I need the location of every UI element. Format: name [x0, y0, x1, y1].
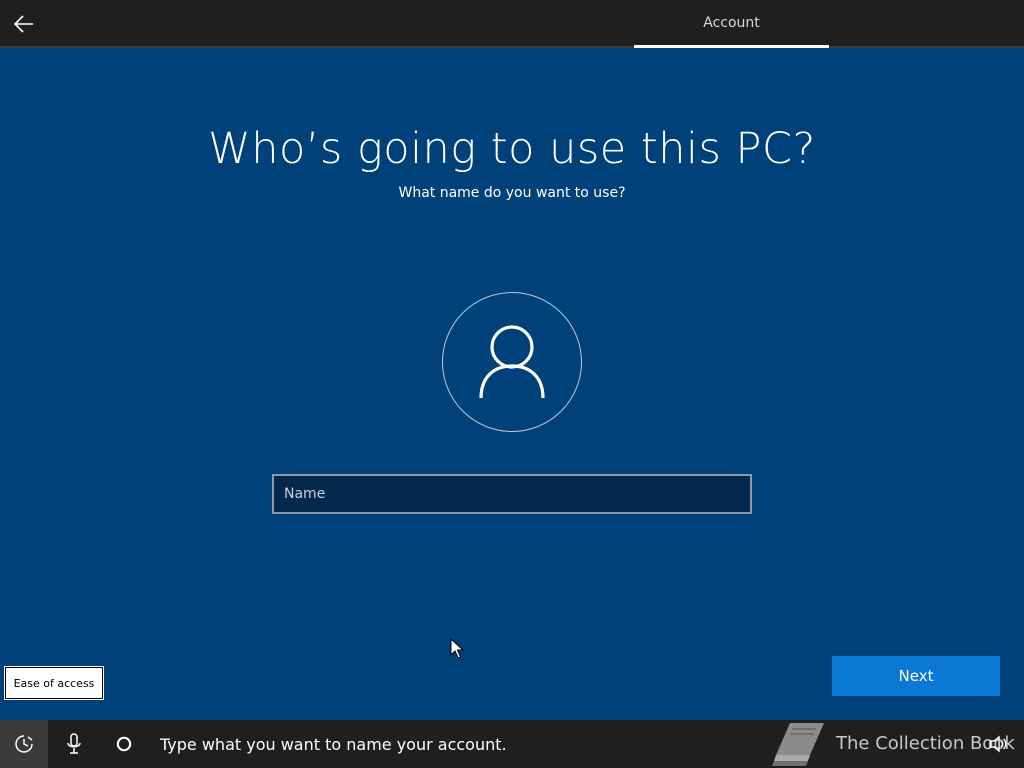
book-icon — [772, 723, 824, 766]
microphone-button[interactable] — [50, 720, 98, 768]
page-title: Who’s going to use this PC? — [208, 124, 816, 174]
avatar — [442, 292, 582, 432]
arrow-left-icon — [14, 15, 33, 33]
ease-of-access-label: Ease of access — [13, 676, 95, 690]
watermark-logo — [772, 720, 828, 768]
ease-of-access-button[interactable]: Ease of access — [4, 666, 104, 700]
cortana-circle-icon — [116, 736, 132, 752]
tab-selected-indicator — [634, 45, 829, 48]
ease-of-access-icon — [15, 735, 33, 753]
tab-account[interactable]: Account — [634, 0, 829, 46]
bottom-bar: Type what you want to name your account.… — [0, 720, 1024, 768]
page-subtitle: What name do you want to use? — [398, 185, 626, 201]
volume-button[interactable] — [974, 720, 1022, 768]
next-button[interactable]: Next — [832, 656, 1000, 696]
back-button[interactable] — [8, 8, 40, 40]
name-input[interactable] — [272, 474, 752, 514]
mouse-cursor-icon — [450, 637, 465, 660]
ease-of-access-toggle[interactable] — [0, 720, 48, 768]
cortana-button[interactable] — [100, 720, 148, 768]
top-bar: Account — [0, 0, 1024, 48]
microphone-icon — [67, 733, 81, 754]
tab-account-label: Account — [703, 15, 760, 31]
next-button-label: Next — [898, 667, 934, 685]
voice-prompt-text: Type what you want to name your account. — [160, 734, 507, 754]
user-icon — [479, 325, 545, 399]
speaker-volume-icon — [989, 735, 1007, 753]
